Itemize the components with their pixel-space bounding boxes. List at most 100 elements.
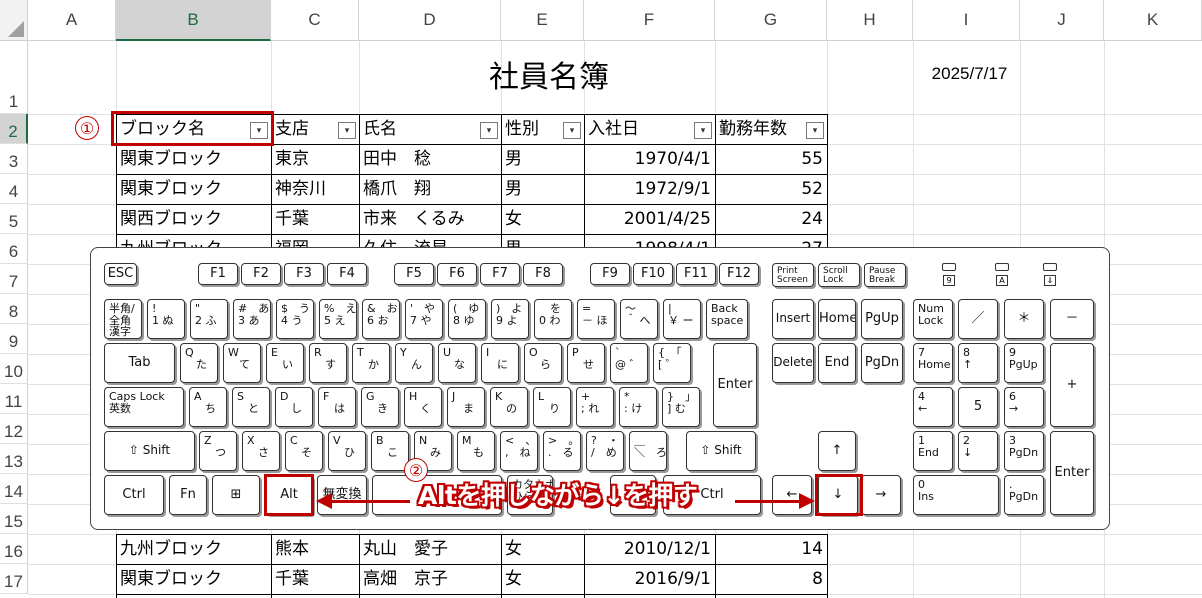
key: ( ゆ 8 ゆ <box>448 299 486 339</box>
key: F7 <box>480 263 520 285</box>
key: P せ <box>567 343 605 383</box>
key-label: ' や 7 や <box>410 302 436 327</box>
column-header-f[interactable]: F <box>584 0 715 41</box>
row-header-11[interactable]: 11 <box>0 384 28 414</box>
key-label: K の <box>495 390 517 415</box>
table-cell[interactable]: 九州ブロック <box>116 534 271 564</box>
indicator-label: A <box>996 275 1008 286</box>
table-cell[interactable]: 2010/12/1 <box>584 534 715 564</box>
table-cell[interactable]: 2016/9/1 <box>584 564 715 594</box>
key: W て <box>223 343 261 383</box>
row-header-3[interactable]: 3 <box>0 144 28 174</box>
filter-dropdown-button[interactable]: ▾ <box>694 122 712 139</box>
key-label: N み <box>419 434 441 459</box>
table-cell[interactable]: 千葉 <box>271 204 359 234</box>
table-cell[interactable]: 高畑 京子 <box>359 564 501 594</box>
table-cell[interactable]: 24 <box>715 204 827 234</box>
row-header-1[interactable]: 1 <box>0 41 28 114</box>
table-cell[interactable]: 男 <box>501 144 584 174</box>
table-cell[interactable]: 丸山 愛子 <box>359 534 501 564</box>
row-header-15[interactable]: 15 <box>0 504 28 534</box>
filter-dropdown-button[interactable]: ▾ <box>806 122 824 139</box>
table-cell[interactable]: 女 <box>501 564 584 594</box>
column-header-c[interactable]: C <box>271 0 359 41</box>
table-border <box>501 114 502 264</box>
table-cell[interactable]: 55 <box>715 144 827 174</box>
key: . PgDn <box>1004 475 1044 515</box>
row-header-2[interactable]: 2 <box>0 114 28 144</box>
column-header-b[interactable]: B <box>116 0 271 41</box>
row-header-10[interactable]: 10 <box>0 354 28 384</box>
table-cell[interactable]: 14 <box>715 534 827 564</box>
table-cell[interactable]: 関東ブロック <box>116 144 271 174</box>
row-header-13[interactable]: 13 <box>0 444 28 474</box>
table-header-cell[interactable]: 氏名 <box>359 114 479 144</box>
row-header-9[interactable]: 9 <box>0 324 28 354</box>
key-label: F10 <box>640 266 666 281</box>
table-cell[interactable]: 1972/9/1 <box>584 174 715 204</box>
key-label: H く <box>409 390 431 415</box>
key-label: D し <box>280 390 302 415</box>
column-header-h[interactable]: H <box>827 0 913 41</box>
row-header-4[interactable]: 4 <box>0 174 28 204</box>
row-header-14[interactable]: 14 <box>0 474 28 504</box>
select-all-corner[interactable] <box>0 0 28 41</box>
table-header-cell[interactable]: 支店 <box>271 114 337 144</box>
table-cell[interactable]: 熊本 <box>271 534 359 564</box>
table-cell[interactable]: 52 <box>715 174 827 204</box>
table-cell[interactable]: 女 <box>501 534 584 564</box>
column-header-e[interactable]: E <box>501 0 584 41</box>
table-cell[interactable]: 市来 くるみ <box>359 204 501 234</box>
table-cell[interactable]: 男 <box>501 174 584 204</box>
table-cell[interactable]: 東京 <box>271 144 359 174</box>
key: ' や 7 や <box>405 299 443 339</box>
table-cell[interactable]: 関東ブロック <box>116 564 271 594</box>
table-cell[interactable]: 神奈川 <box>271 174 359 204</box>
column-header-a[interactable]: A <box>28 0 116 41</box>
key: { 「 [ ゜ <box>653 343 691 383</box>
table-cell[interactable]: 女 <box>501 204 584 234</box>
column-header-j[interactable]: J <box>1020 0 1104 41</box>
table-cell[interactable]: 田中 稔 <box>359 144 501 174</box>
row-header-6[interactable]: 6 <box>0 234 28 264</box>
key: ! 1 ぬ <box>147 299 185 339</box>
table-border <box>715 114 716 264</box>
table-header-cell[interactable]: 勤務年数 <box>715 114 805 144</box>
key: X さ <box>242 431 280 471</box>
key-label: C そ <box>290 434 312 459</box>
key: G き <box>361 387 399 427</box>
key: + ; れ <box>576 387 614 427</box>
table-cell[interactable]: 千葉 <box>271 564 359 594</box>
key-label: E い <box>271 346 293 371</box>
column-header-i[interactable]: I <box>913 0 1020 41</box>
key: H く <box>404 387 442 427</box>
table-cell[interactable]: 2001/4/25 <box>584 204 715 234</box>
filter-dropdown-button[interactable]: ▾ <box>563 122 581 139</box>
filter-dropdown-button[interactable]: ▾ <box>480 122 498 139</box>
table-cell[interactable]: 1970/4/1 <box>584 144 715 174</box>
column-header-g[interactable]: G <box>715 0 827 41</box>
table-cell[interactable]: 関東ブロック <box>116 174 271 204</box>
key-label: O ら <box>529 346 551 371</box>
row-header-5[interactable]: 5 <box>0 204 28 234</box>
key-label: PgUp <box>865 311 899 326</box>
row-header-8[interactable]: 8 <box>0 294 28 324</box>
column-header-d[interactable]: D <box>359 0 501 41</box>
table-header-cell[interactable]: 入社日 <box>584 114 693 144</box>
row-header-16[interactable]: 16 <box>0 534 28 564</box>
key-label: Ctrl <box>122 487 146 502</box>
filter-dropdown-button[interactable]: ▾ <box>338 122 356 139</box>
row-header-12[interactable]: 12 <box>0 414 28 444</box>
table-header-cell[interactable]: 性別 <box>501 114 562 144</box>
column-header-k[interactable]: K <box>1104 0 1202 41</box>
date-cell[interactable]: 2025/7/17 <box>913 64 1026 84</box>
indicator-label: ⇓ <box>1044 275 1056 286</box>
sheet-title[interactable]: 社員名簿 <box>271 52 827 96</box>
table-cell[interactable]: 関西ブロック <box>116 204 271 234</box>
table-cell[interactable]: 橋爪 翔 <box>359 174 501 204</box>
row-header-17[interactable]: 17 <box>0 564 28 594</box>
row-header-7[interactable]: 7 <box>0 264 28 294</box>
key: Caps Lock 英数 <box>104 387 184 427</box>
table-cell[interactable]: 8 <box>715 564 827 594</box>
key: V ひ <box>328 431 366 471</box>
